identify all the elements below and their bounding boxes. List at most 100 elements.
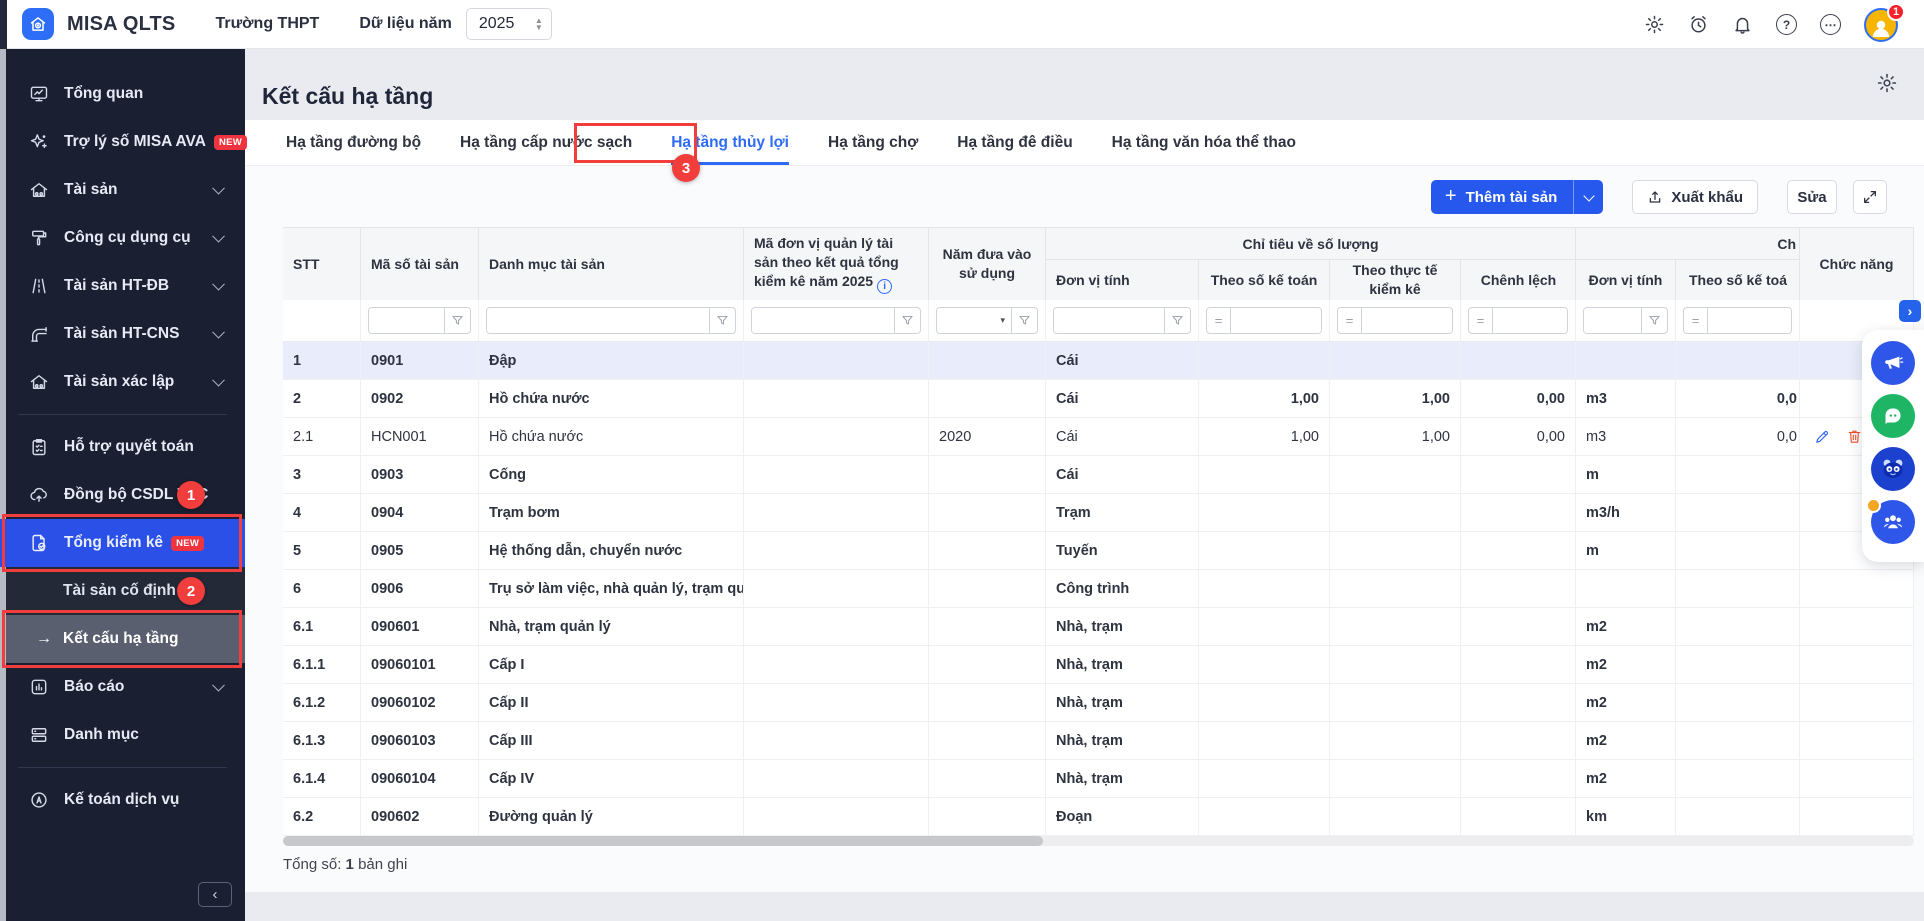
sidebar-item-accounting-service[interactable]: Kế toán dịch vụ — [0, 776, 245, 824]
help-icon[interactable]: ? — [1776, 14, 1797, 35]
col-header-by-book[interactable]: Theo số kế toán — [1199, 260, 1330, 300]
col-header-unit-code[interactable]: Mã đơn vị quản lý tài sản theo kết quả t… — [744, 228, 929, 300]
sidebar-item-sync-csdl-tsc[interactable]: Đồng bộ CSDL TSC — [0, 471, 245, 519]
funnel-filter-icon[interactable] — [1011, 308, 1037, 333]
edit-button[interactable]: Sửa — [1787, 180, 1837, 214]
scrollbar-thumb[interactable] — [283, 836, 1043, 846]
reminder-clock-icon[interactable] — [1688, 14, 1709, 35]
equals-operator[interactable]: = — [1684, 308, 1708, 333]
assistant-mascot-button[interactable] — [1871, 447, 1915, 491]
sidebar-item-reports[interactable]: Báo cáo — [0, 663, 245, 711]
filter-input-unit-2[interactable] — [1584, 308, 1641, 333]
filter-input-unit[interactable] — [1054, 308, 1164, 333]
sidebar-item-ht-cns[interactable]: Tài sản HT-CNS — [0, 310, 245, 358]
sidebar-item-misa-ava[interactable]: Trợ lý số MISA AVA NEW — [0, 118, 245, 166]
right-panel-toggle[interactable]: › — [1899, 300, 1921, 322]
filter-input-category[interactable] — [487, 308, 709, 333]
table-row[interactable]: 20902Hồ chứa nướcCái1,001,000,00m30,0 — [283, 380, 1914, 418]
filter-input-year[interactable] — [937, 308, 1000, 333]
col-header-asset-code[interactable]: Mã số tài sản — [361, 228, 479, 300]
user-avatar[interactable]: 1 — [1864, 8, 1898, 42]
table-row[interactable]: 2.1HCN001Hồ chứa nước2020Cái1,001,000,00… — [283, 418, 1914, 456]
filter-input-by-book-2[interactable] — [1708, 308, 1791, 333]
collapse-sidebar-button[interactable]: ‹ — [198, 882, 232, 907]
sidebar-item-settlement-support[interactable]: Hỗ trợ quyết toán — [0, 423, 245, 471]
more-options-icon[interactable]: ⋯ — [1820, 14, 1841, 35]
sidebar-item-inventory[interactable]: Tổng kiểm kê NEW — [0, 519, 245, 567]
table-row[interactable]: 50905Hệ thống dẫn, chuyển nướcTuyếnm — [283, 532, 1914, 570]
col-header-unit-2[interactable]: Đơn vị tính — [1576, 260, 1676, 300]
app-logo[interactable] — [22, 8, 54, 40]
equals-operator[interactable]: = — [1338, 308, 1362, 333]
col-header-by-actual[interactable]: Theo thực tế kiểm kê — [1330, 260, 1461, 300]
col-header-category[interactable]: Danh mục tài sản — [479, 228, 744, 300]
table-row[interactable]: 60906Trụ sở làm việc, nhà quản lý, trạm … — [283, 570, 1914, 608]
year-select[interactable]: 2025 ▲▼ — [466, 8, 552, 40]
tab-ha-tang-cap-nuoc-sach[interactable]: Hạ tầng cấp nước sạch — [460, 120, 632, 165]
sidebar-item-assets-established[interactable]: Tài sản xác lập — [0, 358, 245, 406]
table-row[interactable]: 10901ĐậpCái — [283, 342, 1914, 380]
fullscreen-button[interactable] — [1853, 180, 1887, 214]
add-asset-dropdown-button[interactable] — [1573, 180, 1603, 214]
cell-by_actual — [1330, 684, 1461, 721]
export-button[interactable]: Xuất khẩu — [1632, 180, 1758, 214]
sidebar-subitem-infrastructure[interactable]: → Kết cấu hạ tầng — [0, 615, 245, 663]
chat-support-button[interactable] — [1871, 394, 1915, 438]
tab-ha-tang-van-hoa-the-thao[interactable]: Hạ tầng văn hóa thể thao — [1112, 120, 1296, 165]
cell-by_actual — [1330, 798, 1461, 835]
table-row[interactable]: 6.1.109060101Cấp INhà, trạmm2 — [283, 646, 1914, 684]
equals-operator[interactable]: = — [1469, 308, 1493, 333]
sidebar-item-label: Kế toán dịch vụ — [64, 791, 179, 809]
filter-input-by-book[interactable] — [1231, 308, 1321, 333]
col-header-unit-code-label: Mã đơn vị quản lý tài sản theo kết quả t… — [754, 235, 899, 289]
funnel-filter-icon[interactable] — [444, 308, 470, 333]
table-row[interactable]: 6.2090602Đường quản lýĐoạnkm — [283, 798, 1914, 836]
horizontal-scrollbar[interactable] — [283, 836, 1914, 846]
settings-icon[interactable] — [1644, 14, 1665, 35]
sidebar-item-assets[interactable]: Tài sản — [0, 166, 245, 214]
sidebar-item-overview[interactable]: Tổng quan — [0, 70, 245, 118]
spinner-arrows-icon[interactable]: ▲▼ — [535, 17, 543, 31]
edit-row-button[interactable] — [1814, 428, 1831, 445]
table-row[interactable]: 6.1.209060102Cấp IINhà, trạmm2 — [283, 684, 1914, 722]
sidebar-item-categories[interactable]: Danh mục — [0, 711, 245, 759]
sidebar-item-ht-db[interactable]: Tài sản HT-ĐB — [0, 262, 245, 310]
funnel-filter-icon[interactable] — [894, 308, 920, 333]
filter-input-difference[interactable] — [1493, 308, 1567, 333]
sidebar-item-tools[interactable]: Công cụ dụng cụ — [0, 214, 245, 262]
cell-unit2: m2 — [1576, 608, 1676, 645]
info-icon[interactable]: i — [877, 279, 892, 294]
page-settings-icon[interactable] — [1876, 72, 1898, 94]
table-row[interactable]: 40904Trạm bơmTrạmm3/h — [283, 494, 1914, 532]
community-button[interactable] — [1871, 500, 1915, 544]
table-row[interactable]: 6.1.409060104Cấp IVNhà, trạmm2 — [283, 760, 1914, 798]
tab-ha-tang-thuy-loi[interactable]: Hạ tầng thủy lợi — [671, 120, 789, 165]
sidebar-subitem-fixed-assets[interactable]: Tài sản cố định — [0, 567, 245, 615]
notifications-bell-icon[interactable] — [1732, 14, 1753, 35]
equals-operator[interactable]: = — [1207, 308, 1231, 333]
funnel-filter-icon[interactable] — [1164, 308, 1190, 333]
cell-unit: Nhà, trạm — [1046, 684, 1199, 721]
col-header-stt[interactable]: STT — [283, 228, 361, 300]
tab-ha-tang-duong-bo[interactable]: Hạ tầng đường bộ — [286, 120, 421, 165]
funnel-filter-icon[interactable] — [1641, 308, 1667, 333]
table-row[interactable]: 6.1090601Nhà, trạm quản lýNhà, trạmm2 — [283, 608, 1914, 646]
filter-input-unit-code[interactable] — [752, 308, 894, 333]
table-row[interactable]: 6.1.309060103Cấp IIINhà, trạmm2 — [283, 722, 1914, 760]
filter-input-by-actual[interactable] — [1362, 308, 1452, 333]
filter-input-asset-code[interactable] — [369, 308, 444, 333]
delete-row-button[interactable] — [1846, 428, 1863, 445]
col-header-difference[interactable]: Chênh lệch — [1461, 260, 1576, 300]
chevron-down-icon — [212, 326, 225, 339]
col-header-by-book-2[interactable]: Theo số kế toá — [1676, 260, 1800, 300]
table-row[interactable]: 30903CốngCáim — [283, 456, 1914, 494]
funnel-filter-icon[interactable] — [709, 308, 735, 333]
tab-ha-tang-cho[interactable]: Hạ tầng chợ — [828, 120, 918, 165]
col-header-year[interactable]: Năm đưa vào sử dụng — [929, 228, 1046, 300]
cell-by_book2 — [1676, 798, 1800, 835]
col-header-unit[interactable]: Đơn vị tính — [1046, 260, 1199, 300]
add-asset-button[interactable]: + Thêm tài sản — [1431, 180, 1603, 214]
announcement-button[interactable] — [1871, 341, 1915, 385]
caret-down-icon[interactable]: ▾ — [1000, 308, 1011, 333]
tab-ha-tang-de-dieu[interactable]: Hạ tầng đê điều — [957, 120, 1072, 165]
